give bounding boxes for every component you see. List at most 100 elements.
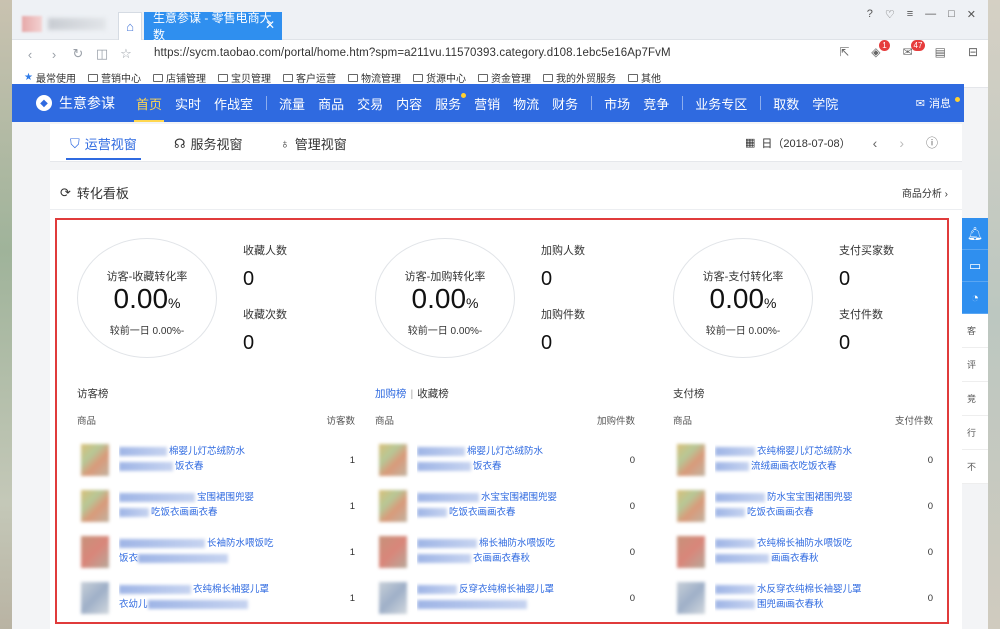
close-window-button[interactable]: ✕ (967, 8, 976, 21)
nav-marketing[interactable]: 营销 (474, 84, 500, 122)
list-item[interactable]: 衣纯棉婴儿灯芯绒防水 流绒画画衣吃饭衣春 0 (673, 437, 935, 483)
list-item[interactable]: 棉婴儿灯芯绒防水 饭衣春 0 (375, 437, 637, 483)
list-item[interactable]: 宝围裙围兜婴 吃饭衣画画衣春 1 (77, 483, 357, 529)
nav-trade[interactable]: 交易 (357, 84, 383, 122)
nav-business[interactable]: 业务专区 (695, 84, 747, 122)
calendar-icon[interactable]: ▦ (745, 136, 755, 149)
nav-logistics[interactable]: 物流 (513, 84, 539, 122)
nav-content[interactable]: 内容 (396, 84, 422, 122)
bookmark-item[interactable]: 营销中心 (87, 70, 141, 85)
desktop-background-left (0, 0, 12, 629)
tab-favorite-ranking[interactable]: 收藏榜 (417, 388, 449, 400)
tab-management[interactable]: ♁ 管理视窗 (280, 134, 347, 153)
maximize-button[interactable]: □ (948, 8, 955, 21)
nav-traffic[interactable]: 流量 (279, 84, 305, 122)
bookmark-item[interactable]: 店铺管理 (152, 70, 206, 85)
nav-warroom[interactable]: 作战室 (214, 84, 253, 122)
product-thumbnail (81, 490, 109, 522)
pay-count: 0 (927, 592, 933, 604)
reload-icon[interactable]: ↻ (66, 46, 90, 62)
forward-icon[interactable]: › (42, 47, 66, 62)
product-name[interactable]: 水宝宝围裙围兜婴 吃饭衣画画衣春 (417, 490, 611, 522)
nav-finance[interactable]: 财务 (552, 84, 578, 122)
metric-group-cart: 访客-加购转化率 0.00% 较前一日 0.00%- 加购人数 0 加购件数 0 (365, 238, 665, 358)
bookmark-star-icon[interactable]: ☆ (114, 46, 138, 62)
reader-icon[interactable]: ▤ (935, 45, 946, 59)
product-name[interactable]: 反穿衣纯棉长袖婴儿罩 (417, 582, 611, 614)
bookmark-item[interactable]: 其他 (627, 70, 661, 85)
tab-operations[interactable]: ⛉ 运营视窗 (66, 134, 141, 160)
product-name[interactable]: 宝围裙围兜婴 吃饭衣画画衣春 (119, 490, 331, 522)
bookmark-item[interactable]: 宝贝管理 (217, 70, 271, 85)
help-icon[interactable]: ? (867, 8, 873, 21)
nav-service[interactable]: 服务 (435, 84, 467, 122)
tab-cart-ranking[interactable]: 加购榜 (375, 388, 407, 400)
share-icon[interactable]: ⇱ (839, 45, 849, 59)
close-icon[interactable]: ✕ (265, 18, 275, 32)
visitor-count: 1 (349, 454, 355, 466)
list-item[interactable]: 防水宝宝围裙围兜婴 吃饭衣画画衣春 0 (673, 483, 935, 529)
prev-date-icon[interactable]: ‹ (873, 135, 878, 151)
product-name[interactable]: 防水宝宝围裙围兜婴 吃饭衣画画衣春 (715, 490, 909, 522)
bookmark-item[interactable]: 资金管理 (477, 70, 531, 85)
product-name[interactable]: 长袖防水喂饭吃 饭衣 (119, 536, 331, 568)
nav-academy[interactable]: 学院 (812, 84, 838, 122)
list-item[interactable]: 长袖防水喂饭吃 饭衣 1 (77, 529, 357, 575)
tab-active[interactable]: 生意参谋 - 零售电商大数 ✕ (144, 11, 282, 42)
active-underline (66, 158, 141, 160)
next-date-icon[interactable]: › (899, 135, 904, 151)
nav-competition[interactable]: 竞争 (643, 84, 669, 122)
bookmark-item[interactable]: 我的外贸服务 (542, 70, 616, 85)
bookmark-item[interactable]: 物流管理 (347, 70, 401, 85)
shield-icon[interactable]: ◈ 1 (871, 40, 890, 59)
chat-icon[interactable]: ▭ (962, 250, 988, 282)
bookmark-item[interactable]: 货源中心 (412, 70, 466, 85)
visitor-count: 1 (349, 546, 355, 558)
minimize-button[interactable]: — (925, 8, 936, 21)
list-item[interactable]: 衣纯棉长袖婴儿罩 衣幼儿 1 (77, 575, 357, 621)
message-button[interactable]: ✉ 消息 (916, 95, 960, 111)
product-name[interactable]: 衣纯棉婴儿灯芯绒防水 流绒画画衣吃饭衣春 (715, 444, 909, 476)
bell-icon[interactable]: 🔔︎ (962, 218, 988, 250)
menu-icon[interactable]: ≡ (907, 8, 913, 21)
side-item[interactable]: 行 (962, 416, 988, 450)
lock-icon[interactable]: ⊟ (968, 45, 978, 59)
url-field[interactable]: https://sycm.taobao.com/portal/home.htm?… (154, 47, 671, 59)
star-icon: ★ (24, 72, 33, 83)
list-item[interactable]: 水反穿衣纯棉长袖婴儿罩 围兜画画衣春秋 0 (673, 575, 935, 621)
product-name[interactable]: 棉长袖防水喂饭吃 衣画画衣春秋 (417, 536, 611, 568)
product-analysis-link[interactable]: 商品分析 › (902, 185, 948, 200)
info-icon[interactable]: ⓘ (926, 134, 938, 151)
tab-service[interactable]: ☊ 服务视窗 (174, 134, 243, 153)
nav-realtime[interactable]: 实时 (175, 84, 201, 122)
product-name[interactable]: 棉婴儿灯芯绒防水 饭衣春 (119, 444, 331, 476)
list-item[interactable]: 水宝宝围裙围兜婴 吃饭衣画画衣春 0 (375, 483, 637, 529)
back-icon[interactable]: ‹ (18, 47, 42, 62)
side-item[interactable]: 评 (962, 348, 988, 382)
list-item[interactable]: 衣纯棉长袖防水喂饭吃 画画衣春秋 0 (673, 529, 935, 575)
bookmark-item[interactable]: ★ 最常使用 (24, 70, 76, 85)
side-item[interactable]: 竞 (962, 382, 988, 416)
list-item[interactable]: 棉婴儿灯芯绒防水 饭衣春 1 (77, 437, 357, 483)
nav-home[interactable]: 首页 (133, 84, 165, 122)
nav-market[interactable]: 市场 (604, 84, 630, 122)
product-name[interactable]: 棉婴儿灯芯绒防水 饭衣春 (417, 444, 611, 476)
skin-icon[interactable]: ♡ (885, 8, 895, 21)
restore-icon[interactable]: ◫ (90, 46, 114, 62)
bookmark-item[interactable]: 客户运营 (282, 70, 336, 85)
product-name[interactable]: 水反穿衣纯棉长袖婴儿罩 围兜画画衣春秋 (715, 582, 909, 614)
list-item[interactable]: 棉长袖防水喂饭吃 衣画画衣春秋 0 (375, 529, 637, 575)
user-avatar[interactable] (22, 16, 42, 32)
side-item[interactable]: 客 (962, 314, 988, 348)
product-name[interactable]: 衣纯棉长袖婴儿罩 衣幼儿 (119, 582, 331, 614)
nav-data[interactable]: 取数 (773, 84, 799, 122)
app-logo[interactable]: ◆ 生意参谋 (12, 93, 136, 113)
date-label[interactable]: 日（2018-07-08） (761, 135, 850, 151)
mail-icon[interactable]: ✉ 47 (903, 40, 926, 59)
product-name[interactable]: 衣纯棉长袖防水喂饭吃 画画衣春秋 (715, 536, 909, 568)
home-tab[interactable]: ⌂ (118, 12, 142, 40)
side-item[interactable]: 不 (962, 450, 988, 484)
list-item[interactable]: 反穿衣纯棉长袖婴儿罩 0 (375, 575, 637, 621)
nav-product[interactable]: 商品 (318, 84, 344, 122)
clock-icon[interactable]: ◔ (962, 282, 988, 314)
